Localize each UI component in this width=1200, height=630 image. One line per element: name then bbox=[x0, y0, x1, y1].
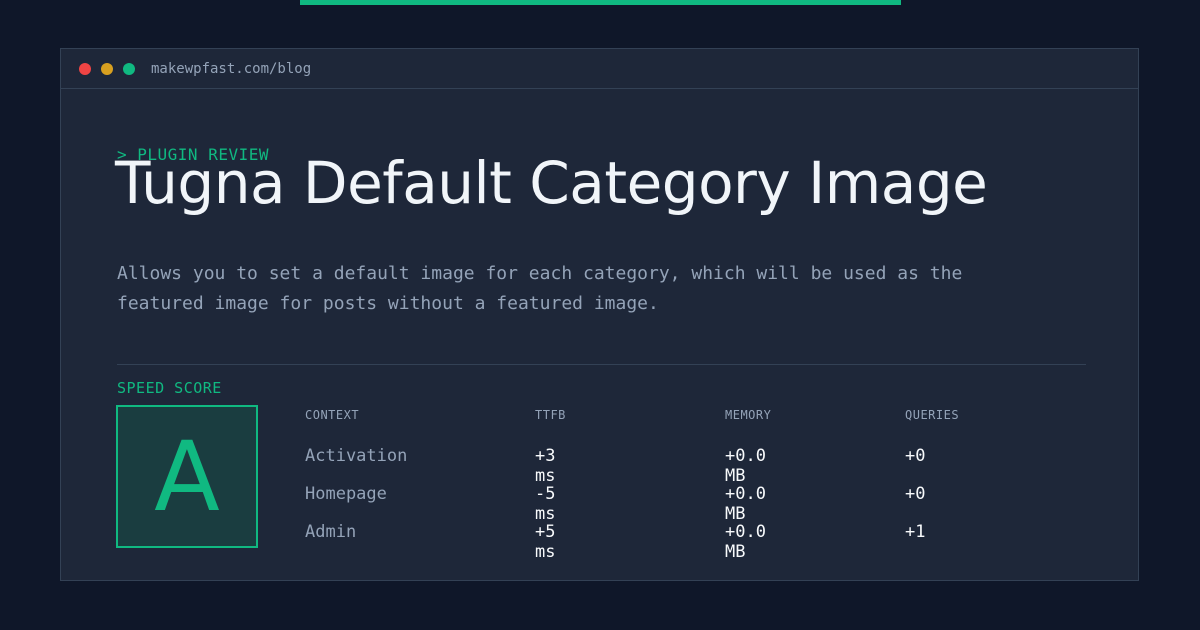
metric-queries: +0 bbox=[905, 484, 926, 504]
metric-queries: +1 bbox=[905, 522, 926, 542]
header-context: CONTEXT bbox=[305, 408, 360, 422]
browser-window: makewpfast.com/blog > PLUGIN REVIEW Tugn… bbox=[60, 48, 1139, 581]
window-url: makewpfast.com/blog bbox=[151, 60, 312, 77]
header-queries: QUERIES bbox=[905, 408, 960, 422]
speed-score-badge: A bbox=[116, 405, 258, 548]
speed-score-label: SPEED SCORE bbox=[117, 379, 222, 397]
minimize-window-dot[interactable] bbox=[101, 62, 113, 75]
close-window-dot[interactable] bbox=[79, 62, 91, 75]
metric-ttfb: +5 ms bbox=[535, 522, 556, 562]
metric-context: Homepage bbox=[305, 484, 387, 504]
maximize-window-dot[interactable] bbox=[123, 62, 135, 75]
metric-context: Admin bbox=[305, 522, 357, 542]
metric-context: Activation bbox=[305, 446, 408, 466]
metric-ttfb: -5 ms bbox=[535, 484, 556, 524]
metric-ttfb: +3 ms bbox=[535, 446, 556, 486]
metric-memory: +0.0 MB bbox=[725, 522, 766, 562]
top-accent-bar bbox=[300, 0, 901, 5]
speed-score-grade: A bbox=[154, 420, 220, 533]
window-titlebar: makewpfast.com/blog bbox=[61, 49, 1138, 89]
metric-memory: +0.0 MB bbox=[725, 484, 766, 524]
header-ttfb: TTFB bbox=[535, 408, 566, 422]
plugin-title: Tugna Default Category Image bbox=[115, 149, 988, 217]
section-divider bbox=[117, 364, 1086, 365]
header-memory: MEMORY bbox=[725, 408, 772, 422]
plugin-description: Allows you to set a default image for ea… bbox=[117, 263, 963, 314]
metric-queries: +0 bbox=[905, 446, 926, 466]
metric-memory: +0.0 MB bbox=[725, 446, 766, 486]
